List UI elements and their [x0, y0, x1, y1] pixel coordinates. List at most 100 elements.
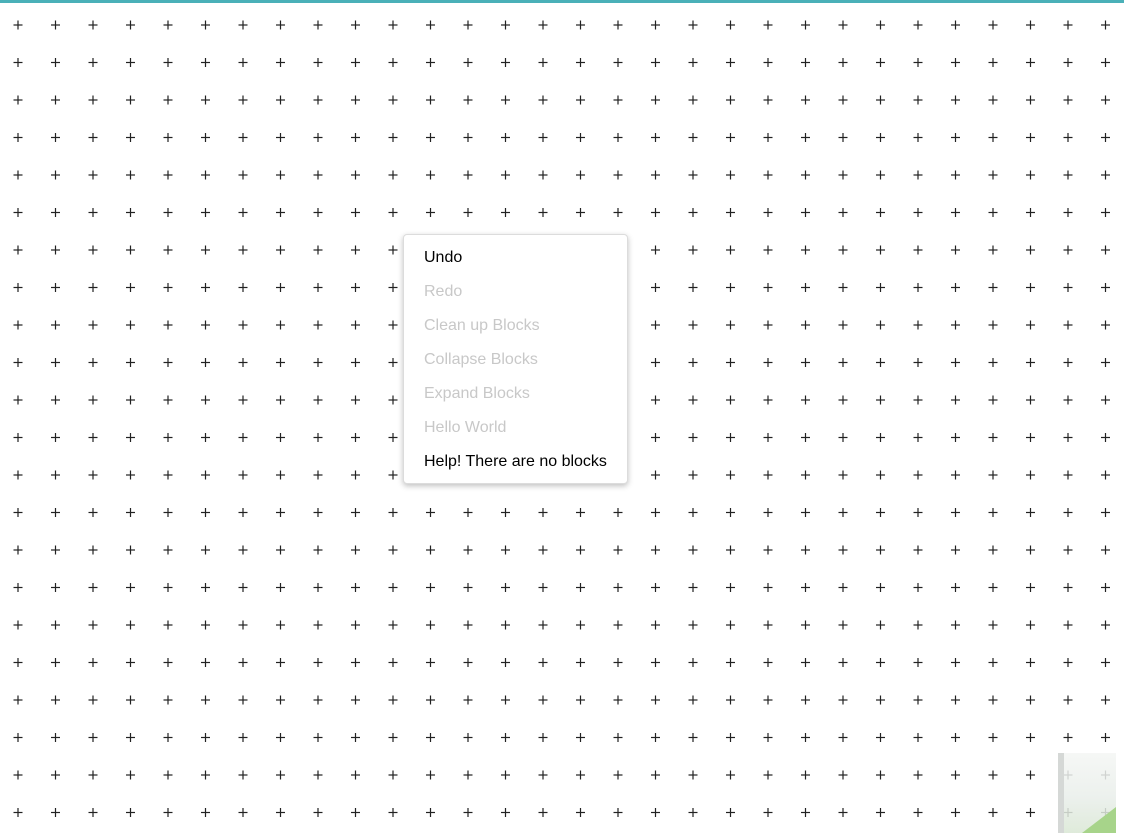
grid-cross [351, 20, 360, 30]
grid-cross [51, 545, 60, 555]
grid-cross [388, 733, 398, 742]
grid-cross [201, 320, 210, 330]
grid-cross [501, 770, 510, 780]
grid-cross [651, 395, 660, 405]
grid-cross [763, 395, 773, 405]
grid-cross [951, 808, 960, 817]
grid-cross [201, 20, 210, 30]
grid-cross [1026, 395, 1035, 405]
grid-cross [88, 658, 98, 667]
grid-cross [613, 770, 623, 780]
grid-cross [651, 508, 660, 517]
grid-cross [951, 133, 960, 142]
grid-cross [238, 170, 248, 180]
grid-cross [951, 620, 960, 630]
grid-cross [726, 508, 735, 517]
grid-cross [88, 20, 98, 30]
menu-item-help-no-blocks[interactable]: Help! There are no blocks [404, 445, 627, 479]
grid-cross [1063, 658, 1073, 667]
grid-cross [613, 695, 623, 705]
grid-cross [51, 58, 60, 67]
grid-cross [876, 808, 885, 817]
grid-cross [988, 695, 998, 705]
grid-cross [238, 283, 248, 292]
grid-cross [426, 508, 435, 517]
grid-cross [726, 58, 735, 67]
grid-cross [951, 170, 960, 180]
grid-cross [726, 770, 735, 780]
trashcan-icon[interactable] [1058, 753, 1116, 833]
grid-cross [201, 170, 210, 180]
grid-cross [951, 733, 960, 742]
menu-item-collapse-blocks: Collapse Blocks [424, 351, 538, 368]
grid-cross [763, 658, 773, 667]
grid-cross [1063, 545, 1073, 555]
grid-cross [1026, 583, 1035, 592]
grid-cross [351, 658, 360, 667]
grid-cross [538, 545, 548, 555]
grid-cross [688, 170, 698, 180]
grid-cross [688, 358, 698, 367]
grid-cross [613, 808, 623, 817]
grid-cross [351, 470, 360, 480]
grid-cross [651, 770, 660, 780]
grid-cross [913, 508, 923, 517]
grid-cross [1063, 320, 1073, 330]
grid-cross [463, 695, 473, 705]
grid-cross [388, 58, 398, 67]
grid-cross [838, 583, 848, 592]
grid-cross [13, 133, 23, 142]
grid-cross [463, 208, 473, 217]
grid-cross [913, 733, 923, 742]
blocks-workspace[interactable]: Undo Redo Clean up Blocks Collapse Block… [0, 0, 1124, 835]
grid-cross [576, 808, 585, 817]
grid-cross [1101, 320, 1110, 330]
grid-cross [538, 208, 548, 217]
grid-cross [801, 583, 810, 592]
grid-cross [538, 95, 548, 105]
grid-cross [238, 433, 248, 442]
menu-item-undo[interactable]: Undo [404, 241, 627, 275]
grid-cross [163, 95, 173, 105]
grid-cross [838, 808, 848, 817]
grid-cross [313, 733, 323, 742]
grid-cross [951, 358, 960, 367]
grid-cross [388, 695, 398, 705]
grid-cross [351, 58, 360, 67]
grid-cross [876, 320, 885, 330]
grid-cross [913, 658, 923, 667]
grid-cross [313, 283, 323, 292]
grid-cross [988, 545, 998, 555]
grid-cross [426, 170, 435, 180]
grid-cross [726, 358, 735, 367]
grid-cross [988, 620, 998, 630]
grid-cross [726, 808, 735, 817]
grid-cross [276, 20, 285, 30]
grid-cross [13, 583, 23, 592]
grid-cross [913, 545, 923, 555]
grid-cross [13, 770, 23, 780]
grid-cross [1101, 133, 1110, 142]
grid-cross [163, 320, 173, 330]
grid-cross [126, 508, 135, 517]
grid-cross [88, 808, 98, 817]
grid-cross [88, 245, 98, 255]
grid-cross [951, 433, 960, 442]
grid-cross [51, 95, 60, 105]
grid-cross [463, 58, 473, 67]
grid-cross [538, 133, 548, 142]
grid-cross [913, 770, 923, 780]
grid-cross [838, 283, 848, 292]
grid-cross [801, 620, 810, 630]
grid-cross [351, 583, 360, 592]
grid-cross [763, 470, 773, 480]
grid-cross [426, 133, 435, 142]
grid-cross [1063, 208, 1073, 217]
grid-cross [501, 133, 510, 142]
grid-cross [1101, 433, 1110, 442]
grid-cross [726, 20, 735, 30]
grid-cross [351, 433, 360, 442]
grid-cross [88, 470, 98, 480]
grid-cross [538, 620, 548, 630]
grid-cross [613, 545, 623, 555]
